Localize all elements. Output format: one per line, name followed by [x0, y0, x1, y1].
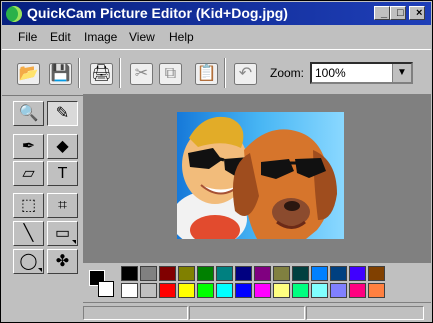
line-icon: ╲ [23, 224, 34, 242]
eraser-icon: ▱ [22, 164, 35, 182]
window-title: QuickCam Picture Editor (Kid+Dog.jpg) [27, 5, 288, 21]
zoom-value: 100% [315, 66, 346, 80]
color-swatch[interactable] [121, 266, 138, 281]
rectangle-tool[interactable]: ▭ [47, 221, 78, 246]
save-icon[interactable]: 💾 [49, 63, 72, 85]
undo-icon[interactable]: ↶ [234, 63, 257, 85]
color-swatch[interactable] [273, 266, 290, 281]
text-icon: T [57, 164, 68, 182]
status-panel [83, 306, 188, 320]
current-colors[interactable] [89, 268, 114, 297]
eyedropper-tool[interactable]: ✒ [13, 134, 44, 159]
chevron-down-icon[interactable]: ▼ [392, 64, 411, 82]
status-panel [189, 306, 305, 320]
color-swatch[interactable] [216, 266, 233, 281]
crop-icon: ⌗ [57, 196, 67, 214]
open-folder-icon[interactable]: 📂 [17, 63, 40, 85]
color-swatch[interactable] [311, 283, 328, 298]
color-swatch[interactable] [235, 266, 252, 281]
maximize-button[interactable]: □ [390, 6, 406, 20]
paste-icon[interactable]: 📋 [195, 63, 218, 85]
pencil-icon: ✎ [55, 104, 70, 122]
color-swatch[interactable] [178, 283, 195, 298]
color-swatch[interactable] [254, 283, 271, 298]
rectangle-icon: ▭ [54, 224, 71, 242]
ellipse-icon: ◯ [19, 252, 38, 270]
color-swatch[interactable] [254, 266, 271, 281]
stamp-tool[interactable]: ✤ [47, 249, 78, 274]
zoom-label: Zoom: [270, 66, 305, 80]
color-swatch[interactable] [311, 266, 328, 281]
color-swatch[interactable] [159, 283, 176, 298]
rectangle-select-tool[interactable]: ⬚ [13, 193, 44, 218]
tool-options-corner [72, 240, 76, 244]
toolbar-separator [78, 58, 79, 88]
line-tool[interactable]: ╲ [13, 221, 44, 246]
color-swatch[interactable] [197, 266, 214, 281]
paint-bucket-icon: ◆ [56, 137, 69, 155]
kid-dog-photo-image [177, 112, 344, 239]
color-swatch[interactable] [330, 266, 347, 281]
text-tool[interactable]: T [47, 161, 78, 186]
color-swatch[interactable] [216, 283, 233, 298]
menu-help[interactable]: Help [169, 30, 194, 44]
menu-view[interactable]: View [129, 30, 155, 44]
pencil-tool[interactable]: ✎ [47, 101, 78, 126]
color-swatch[interactable] [368, 266, 385, 281]
menu-edit[interactable]: Edit [50, 30, 71, 44]
eraser-tool[interactable]: ▱ [13, 161, 44, 186]
toolbar-separator [119, 58, 120, 88]
title-bar[interactable]: QuickCam Picture Editor (Kid+Dog.jpg) _ … [2, 2, 431, 25]
fill-tool[interactable]: ◆ [47, 134, 78, 159]
tool-options-corner [38, 268, 42, 272]
copy-icon[interactable]: ⧉ [159, 63, 182, 85]
color-palette [83, 264, 431, 301]
close-button[interactable]: × [409, 6, 425, 20]
color-swatch[interactable] [349, 283, 366, 298]
status-panel [306, 306, 424, 320]
status-bar [83, 302, 431, 323]
color-swatch[interactable] [273, 283, 290, 298]
color-swatch[interactable] [197, 283, 214, 298]
color-swatch[interactable] [140, 266, 157, 281]
color-swatch[interactable] [121, 283, 138, 298]
crop-tool[interactable]: ⌗ [47, 193, 78, 218]
color-swatch[interactable] [235, 283, 252, 298]
color-swatch[interactable] [159, 266, 176, 281]
color-swatch[interactable] [292, 266, 309, 281]
kid-dog-photo[interactable] [177, 112, 344, 239]
magnifier-icon: 🔍 [18, 104, 39, 122]
zoom-select[interactable]: 100% ▼ [310, 62, 413, 84]
color-swatch[interactable] [330, 283, 347, 298]
zoom-tool[interactable]: 🔍 [13, 101, 44, 126]
menu-bar: File Edit Image View Help [2, 26, 431, 48]
eyedropper-icon: ✒ [21, 137, 36, 155]
minimize-button[interactable]: _ [374, 6, 390, 20]
dotted-rectangle-icon: ⬚ [20, 196, 37, 214]
menu-image[interactable]: Image [84, 30, 117, 44]
menu-file[interactable]: File [18, 30, 37, 44]
color-swatch[interactable] [368, 283, 385, 298]
tool-palette: 🔍 ✎ ✒ ◆ ▱ T ⬚ ⌗ ╲ ▭ ◯ ✤ [13, 101, 83, 283]
quickcam-picture-editor-window: QuickCam Picture Editor (Kid+Dog.jpg) _ … [0, 0, 433, 323]
stamp-icon: ✤ [55, 252, 70, 270]
cut-icon[interactable]: ✂ [130, 63, 153, 85]
toolbar-separator [224, 58, 225, 88]
color-swatch[interactable] [140, 283, 157, 298]
background-color[interactable] [98, 281, 114, 297]
toolbar: 📂 💾 🖨 ✂ ⧉ 📋 ↶ Zoom: 100% ▼ [2, 49, 431, 96]
color-swatch[interactable] [178, 266, 195, 281]
app-icon [6, 6, 22, 22]
color-swatch[interactable] [292, 283, 309, 298]
print-icon[interactable]: 🖨 [90, 63, 113, 85]
color-swatch[interactable] [349, 266, 366, 281]
ellipse-tool[interactable]: ◯ [13, 249, 44, 274]
